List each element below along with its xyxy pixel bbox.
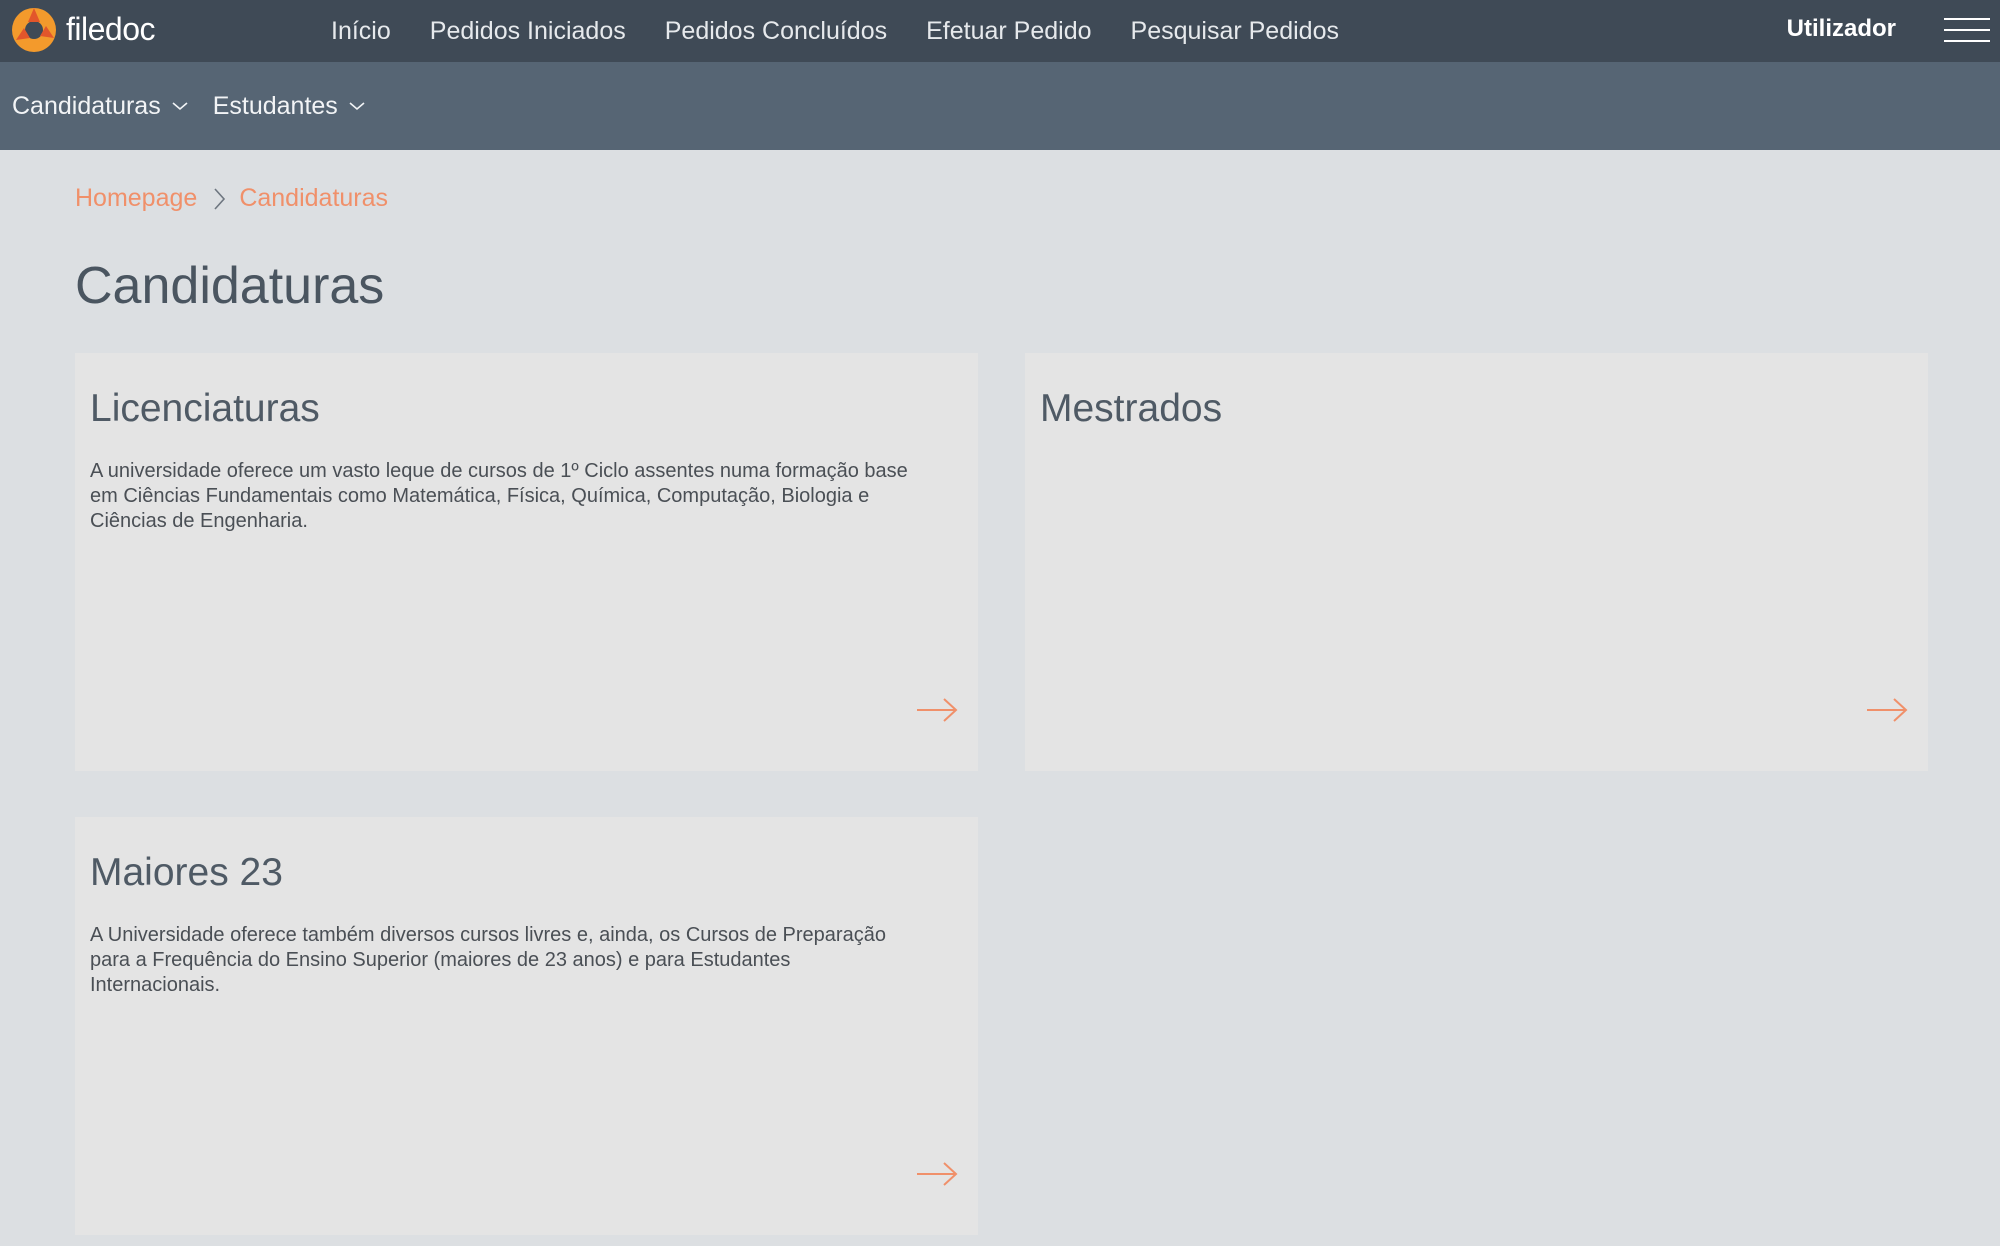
chevron-right-icon [214,187,226,210]
menu-candidaturas-label: Candidaturas [12,91,161,120]
user-menu[interactable]: Utilizador [1787,15,1896,43]
card-description: A Universidade oferece também diversos c… [90,924,886,996]
nav-inicio[interactable]: Início [331,17,391,46]
arrow-right-icon[interactable] [916,1161,958,1187]
breadcrumb-homepage[interactable]: Homepage [75,184,197,213]
top-navbar: filedoc Início Pedidos Iniciados Pedidos… [0,0,2000,62]
page-title: Candidaturas [75,257,385,315]
card-description: A universidade oferece um vasto leque de… [90,460,908,532]
card-title: Licenciaturas [90,387,320,430]
menu-estudantes-label: Estudantes [212,91,338,120]
card-licenciaturas[interactable]: Licenciaturas A universidade oferece um … [75,353,978,771]
secondary-navbar: Candidaturas Estudantes [0,62,2000,150]
nav-pesquisar-pedidos[interactable]: Pesquisar Pedidos [1131,17,1339,46]
filedoc-logo-icon[interactable] [10,6,58,54]
card-title: Maiores 23 [90,851,283,894]
nav-efetuar-pedido[interactable]: Efetuar Pedido [926,17,1091,46]
brand-name[interactable]: filedoc [66,11,156,48]
menu-candidaturas[interactable]: Candidaturas [12,92,189,121]
nav-pedidos-concluidos[interactable]: Pedidos Concluídos [665,17,887,46]
main-nav: Início Pedidos Iniciados Pedidos Concluí… [331,0,1378,62]
breadcrumb-candidaturas[interactable]: Candidaturas [239,184,388,213]
chevron-down-icon [172,102,188,111]
chevron-down-icon [349,102,365,111]
card-title: Mestrados [1040,387,1223,430]
arrow-right-icon[interactable] [1866,697,1908,723]
card-mestrados[interactable]: Mestrados [1025,353,1928,771]
hamburger-menu-icon[interactable] [1944,16,1990,44]
secondary-nav: Candidaturas Estudantes [12,62,390,150]
menu-estudantes[interactable]: Estudantes [213,92,366,121]
card-maiores-23[interactable]: Maiores 23 A Universidade oferece também… [75,817,978,1235]
arrow-right-icon[interactable] [916,697,958,723]
breadcrumb: Homepage Candidaturas [75,184,388,213]
nav-pedidos-iniciados[interactable]: Pedidos Iniciados [430,17,626,46]
